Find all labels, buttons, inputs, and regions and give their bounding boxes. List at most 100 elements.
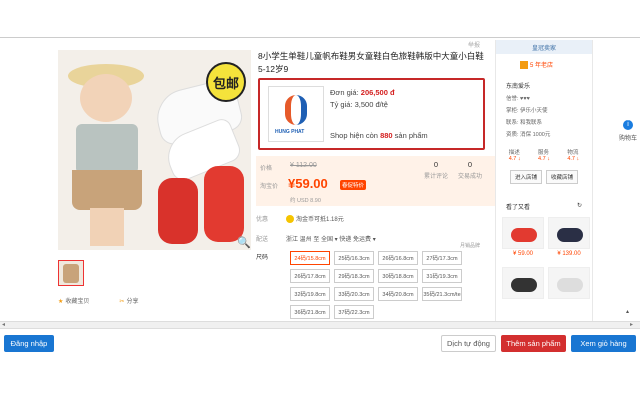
scroll-right-icon[interactable]: ▸ xyxy=(630,321,633,328)
size-option[interactable]: 30码/18.8cm xyxy=(378,269,418,283)
exchange-rate: Tỷ giá: 3,500 đ/tệ xyxy=(330,100,388,109)
red-shoe-shape xyxy=(204,166,244,242)
watched-header: 看了又看 ↻ xyxy=(496,184,592,211)
score-service: 服务 4.7 ↓ xyxy=(538,148,550,162)
promo-label: 优惠 xyxy=(256,217,269,223)
size-option[interactable]: 31码/19.3cm xyxy=(422,269,462,283)
watched-label: 看了又看 xyxy=(506,205,531,212)
shop-icon xyxy=(520,61,528,70)
shop-qualification: 资质: 消保 1000元 xyxy=(506,132,551,139)
shop-stock-unit: sản phẩm xyxy=(394,131,428,140)
reviews-stat[interactable]: 0 累计评论 xyxy=(424,160,448,180)
collect-link[interactable]: ★ 收藏宝贝 xyxy=(58,296,89,305)
size-option[interactable]: 36码/21.8cm xyxy=(290,305,330,319)
coin-icon xyxy=(286,215,295,224)
unit-price-label: Đơn giá: xyxy=(330,88,359,97)
refresh-icon[interactable]: ↻ xyxy=(577,202,582,211)
horizontal-scrollbar[interactable] xyxy=(0,321,640,328)
auto-translate-button[interactable]: Dịch tự động xyxy=(441,335,496,352)
girl-skirt-shape xyxy=(72,170,142,210)
page-bottom xyxy=(0,358,640,400)
reviews-count: 0 xyxy=(433,160,439,169)
shipping-extra: 月销品牌 xyxy=(460,243,481,249)
scroll-left-icon[interactable]: ◂ xyxy=(2,321,5,328)
report-link[interactable]: 举报 xyxy=(468,40,480,49)
scroll-up-icon[interactable]: ▴ xyxy=(626,308,629,315)
view-cart-button[interactable]: Xem giỏ hàng xyxy=(571,335,636,352)
old-price-label: 价格 xyxy=(260,166,273,172)
thumbnail-image xyxy=(63,264,79,283)
enter-shop-button[interactable]: 进入店铺 xyxy=(509,170,542,185)
shipping-row: 配送 浙江 温州 至 全国 ▾ 快递 免运费 ▾ xyxy=(256,234,376,243)
free-shipping-badge: 包邮 xyxy=(206,62,246,102)
watched-products: ¥ 59.00 ¥ 139.00 xyxy=(496,211,592,311)
size-option[interactable]: 26码/16.8cm xyxy=(378,251,418,265)
red-shoe-shape xyxy=(158,178,198,244)
size-option[interactable]: 29码/18.3cm xyxy=(334,269,374,283)
login-button[interactable]: Đăng nhập xyxy=(4,335,54,352)
star-icon: ★ xyxy=(58,299,64,305)
collect-label: 收藏宝贝 xyxy=(65,299,90,305)
share-link[interactable]: ✂ 分享 xyxy=(119,296,138,305)
watched-product[interactable] xyxy=(502,267,544,311)
product-image xyxy=(548,267,590,300)
size-options: 24码/15.8cm 25码/16.3cm 26码/16.8cm 27码/17.3cm… xyxy=(290,251,470,319)
shop-sidebar: 皇冠卖家 5 年老店 东南爱乐 信誉: ♥♥♥ 掌柜: 伊乐小天使 联系: 和我… xyxy=(495,40,593,323)
shop-years: 5 年老店 xyxy=(530,63,554,69)
product-panel: 包邮 🔍 ★ 收藏宝贝 ✂ 分享 8小学生单鞋儿童帆布鞋男女童鞋白色旅鞋韩版中大童小… xyxy=(50,38,610,323)
shipping-value[interactable]: 浙江 温州 至 全国 ▾ 快递 免运费 ▾ xyxy=(286,237,376,243)
new-price-label: 淘宝价 xyxy=(260,184,279,190)
shop-scores: 描述 4.7 ↓ 服务 4.7 ↓ 物流 4.7 ↓ xyxy=(496,138,592,162)
shop-name[interactable]: 东南爱乐 xyxy=(496,69,592,90)
watched-product[interactable]: ¥ 59.00 xyxy=(502,217,544,261)
price-area: 价格 ¥ 112.00 淘宝价 ¥59.00 春促特价 约 USD 8.90 0… xyxy=(256,156,496,206)
girl-shirt-shape xyxy=(76,124,138,174)
score-desc-value: 4.7 ↓ xyxy=(508,156,521,163)
size-option[interactable]: 26码/17.8cm xyxy=(290,269,330,283)
main-product-image[interactable]: 包邮 🔍 xyxy=(58,50,251,250)
girl-legs-shape xyxy=(90,208,124,246)
unit-price: Đơn giá: 206,500 đ xyxy=(330,88,395,97)
score-logistics-value: 4.7 ↓ xyxy=(567,156,580,163)
score-desc: 描述 4.7 ↓ xyxy=(509,148,521,162)
promo-value: 淘金币可抵1.18元 xyxy=(296,217,344,223)
size-option[interactable]: 33码/20.3cm xyxy=(334,287,374,301)
size-option[interactable]: 34码/20.8cm xyxy=(378,287,418,301)
usd-price: 约 USD 8.90 xyxy=(290,198,321,204)
product-thumbnail[interactable] xyxy=(58,260,84,286)
shop-owner[interactable]: 掌柜: 伊乐小天使 xyxy=(496,102,592,114)
logo-s-shape xyxy=(285,95,307,125)
girl-head-shape xyxy=(80,74,132,122)
shipping-label: 配送 xyxy=(256,237,269,243)
size-option[interactable]: 32码/19.8cm xyxy=(290,287,330,301)
watched-price: ¥ 59.00 xyxy=(512,251,534,258)
add-product-button[interactable]: Thêm sản phẩm xyxy=(501,335,566,352)
shop-contact[interactable]: 联系: 和我联系 xyxy=(496,114,592,126)
size-option[interactable]: 25码/16.3cm xyxy=(334,251,374,265)
favorite-shop-button[interactable]: 收藏店铺 xyxy=(546,170,579,185)
seller-info-box: HUNG PHAT Đơn giá: 206,500 đ Tỷ giá: 3,5… xyxy=(258,78,485,150)
zoom-icon[interactable]: 🔍 xyxy=(237,236,251,249)
size-option[interactable]: 35码/21.3cm/te xyxy=(422,287,462,301)
product-image xyxy=(502,217,544,250)
size-option[interactable]: 27码/17.3cm xyxy=(422,251,462,265)
size-option[interactable]: 24码/15.8cm xyxy=(290,251,330,265)
info-icon: i xyxy=(623,120,633,130)
product-image xyxy=(548,217,590,250)
watched-product[interactable]: ¥ 139.00 xyxy=(548,217,590,261)
product-image xyxy=(502,267,544,300)
old-price: ¥ 112.00 xyxy=(290,162,317,169)
cart-label: 购物车 xyxy=(618,136,637,142)
sales-label: 交易成功 xyxy=(458,174,483,180)
watched-product[interactable] xyxy=(548,267,590,311)
sales-stat: 0 交易成功 xyxy=(458,160,482,180)
unit-price-value: 206,500 đ xyxy=(360,88,395,97)
logo-text: HUNG PHAT xyxy=(275,129,305,135)
gallery-actions: ★ 收藏宝贝 ✂ 分享 xyxy=(58,296,138,305)
size-option[interactable]: 37码/22.3cm xyxy=(334,305,374,319)
share-icon: ✂ xyxy=(119,299,125,305)
top-header xyxy=(0,0,640,38)
watched-price: ¥ 139.00 xyxy=(557,251,581,258)
promo-badge: 春促特价 xyxy=(340,180,367,190)
floating-cart[interactable]: i 购物车 xyxy=(618,120,638,143)
